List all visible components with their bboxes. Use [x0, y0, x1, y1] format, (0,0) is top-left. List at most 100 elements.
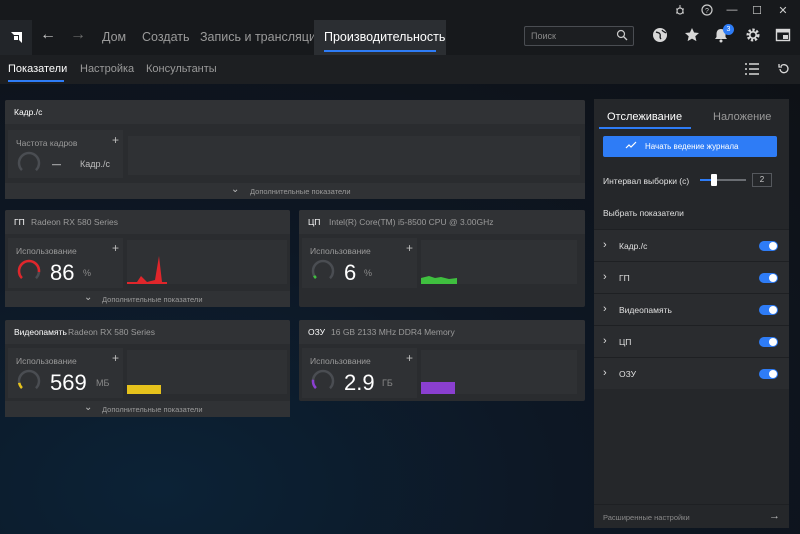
gpu-graph [127, 240, 287, 284]
panel-title: Кадр./с [14, 107, 43, 117]
chevron-right-icon: › [603, 303, 607, 315]
nav-create[interactable]: Создать [142, 30, 190, 44]
vram-gauge-icon [17, 369, 41, 393]
chevron-down-icon: ⌄ [84, 292, 93, 303]
chevron-right-icon: › [603, 239, 607, 251]
gpu-usage-value: 86 [50, 260, 75, 285]
panel-header: ОЗУ 16 GB 2133 MHz DDR4 Memory [299, 320, 585, 344]
panel-header: ГП Radeon RX 580 Series [5, 210, 290, 234]
panel-header: Кадр./с [5, 100, 585, 124]
gpu-toggle[interactable] [759, 273, 778, 283]
fps-panel: Кадр./с Частота кадров + — Кадр./с ⌄ Доп… [5, 100, 585, 199]
cpu-usage-unit: % [364, 268, 373, 278]
interval-value-input[interactable]: 2 [752, 173, 772, 187]
panel-subtitle: Radeon RX 580 Series [31, 217, 118, 227]
metric-row-ram[interactable]: › ОЗУ [594, 357, 789, 389]
sub-tab-bar: Показатели Настройка Консультанты [0, 55, 800, 84]
more-metrics-button[interactable]: ⌄ Дополнительные показатели [5, 401, 290, 417]
list-view-icon[interactable] [745, 63, 759, 78]
tab-tracking[interactable]: Отслеживание [607, 111, 682, 123]
ram-panel: ОЗУ 16 GB 2133 MHz DDR4 Memory Использов… [299, 320, 585, 401]
bug-report-icon[interactable] [672, 3, 688, 17]
cpu-panel: ЦП Intel(R) Core(TM) i5-8500 CPU @ 3.00G… [299, 210, 585, 307]
metric-row-label: Видеопамять [619, 305, 672, 315]
panel-header: Видеопамять Radeon RX 580 Series [5, 320, 290, 344]
vram-graph-line [127, 385, 161, 394]
chevron-right-icon: › [603, 335, 607, 347]
reset-icon[interactable] [778, 62, 790, 77]
overlay-window-icon[interactable] [773, 25, 793, 45]
nav-record-stream[interactable]: Запись и трансляция [200, 30, 323, 44]
chevron-right-icon: › [603, 367, 607, 379]
gpu-panel: ГП Radeon RX 580 Series Использование + … [5, 210, 290, 307]
search-icon[interactable] [616, 29, 628, 44]
add-metric-icon[interactable]: + [406, 351, 413, 365]
cpu-toggle[interactable] [759, 337, 778, 347]
settings-gear-icon[interactable] [743, 25, 763, 45]
add-metric-icon[interactable]: + [406, 241, 413, 255]
metric-row-cpu[interactable]: › ЦП [594, 325, 789, 357]
more-metrics-label: Дополнительные показатели [102, 405, 203, 414]
fps-metric-card: Частота кадров + — Кадр./с [8, 130, 123, 178]
search-input[interactable] [531, 29, 611, 43]
panel-title: Видеопамять [14, 327, 67, 337]
globe-icon[interactable] [650, 25, 670, 45]
interval-label: Интервал выборки (с) [603, 176, 690, 186]
tab-active-indicator [8, 80, 64, 82]
more-metrics-label: Дополнительные показатели [102, 295, 203, 304]
cpu-gauge-icon [311, 259, 335, 283]
amd-logo[interactable] [0, 20, 32, 55]
interval-slider-thumb[interactable] [711, 174, 717, 186]
panel-title: ГП [14, 217, 25, 227]
add-metric-icon[interactable]: + [112, 351, 119, 365]
vram-graph [127, 350, 287, 394]
add-metric-icon[interactable]: + [112, 241, 119, 255]
cpu-graph-line [421, 276, 457, 284]
metric-label: Использование [16, 246, 77, 256]
panel-header: ЦП Intel(R) Core(TM) i5-8500 CPU @ 3.00G… [299, 210, 585, 234]
advanced-settings-link[interactable]: Расширенные настройки → [594, 504, 789, 528]
chevron-down-icon: ⌄ [231, 184, 240, 195]
fps-toggle[interactable] [759, 241, 778, 251]
back-arrow-icon[interactable]: ← [40, 26, 56, 44]
arrow-right-icon: → [769, 510, 780, 522]
maximize-button[interactable]: ☐ [749, 3, 765, 17]
vram-usage-unit: МБ [96, 378, 110, 388]
metric-label: Использование [16, 356, 77, 366]
close-button[interactable]: ✕ [775, 3, 791, 17]
fps-graph [128, 136, 580, 175]
start-logging-button[interactable]: Начать ведение журнала [603, 136, 777, 157]
tab-overlay[interactable]: Наложение [713, 111, 771, 123]
more-metrics-button[interactable]: ⌄ Дополнительные показатели [5, 183, 585, 199]
nav-performance[interactable]: Производительность [314, 20, 446, 55]
ram-usage-unit: ГБ [382, 378, 393, 388]
tab-advisors[interactable]: Консультанты [146, 63, 217, 75]
ram-toggle[interactable] [759, 369, 778, 379]
metric-row-vram[interactable]: › Видеопамять [594, 293, 789, 325]
vram-toggle[interactable] [759, 305, 778, 315]
ram-gauge-icon [311, 369, 335, 393]
metric-row-fps[interactable]: › Кадр./с [594, 229, 789, 261]
forward-arrow-icon[interactable]: → [70, 26, 86, 44]
star-icon[interactable] [682, 25, 702, 45]
tab-metrics[interactable]: Показатели [8, 63, 67, 75]
nav-home[interactable]: Дом [102, 30, 126, 44]
amd-logo-icon [11, 31, 22, 43]
select-metrics-label: Выбрать показатели [603, 208, 684, 218]
gpu-metric-card: Использование + 86 % [8, 238, 123, 288]
minimize-button[interactable]: — [724, 3, 740, 17]
tab-active-indicator [599, 127, 691, 129]
panel-subtitle: Radeon RX 580 Series [68, 327, 155, 337]
fps-unit: Кадр./с [80, 159, 111, 169]
chevron-down-icon: ⌄ [84, 402, 93, 413]
advanced-settings-label: Расширенные настройки [603, 513, 690, 522]
nav-performance-label: Производительность [324, 30, 446, 44]
metric-row-gpu[interactable]: › ГП [594, 261, 789, 293]
tab-settings[interactable]: Настройка [80, 63, 134, 75]
help-icon[interactable]: ? [699, 3, 715, 17]
metric-row-label: ГП [619, 273, 630, 283]
cpu-metric-card: Использование + 6 % [302, 238, 417, 288]
add-metric-icon[interactable]: + [112, 133, 119, 147]
search-box[interactable] [524, 26, 634, 46]
more-metrics-button[interactable]: ⌄ Дополнительные показатели [5, 291, 290, 307]
